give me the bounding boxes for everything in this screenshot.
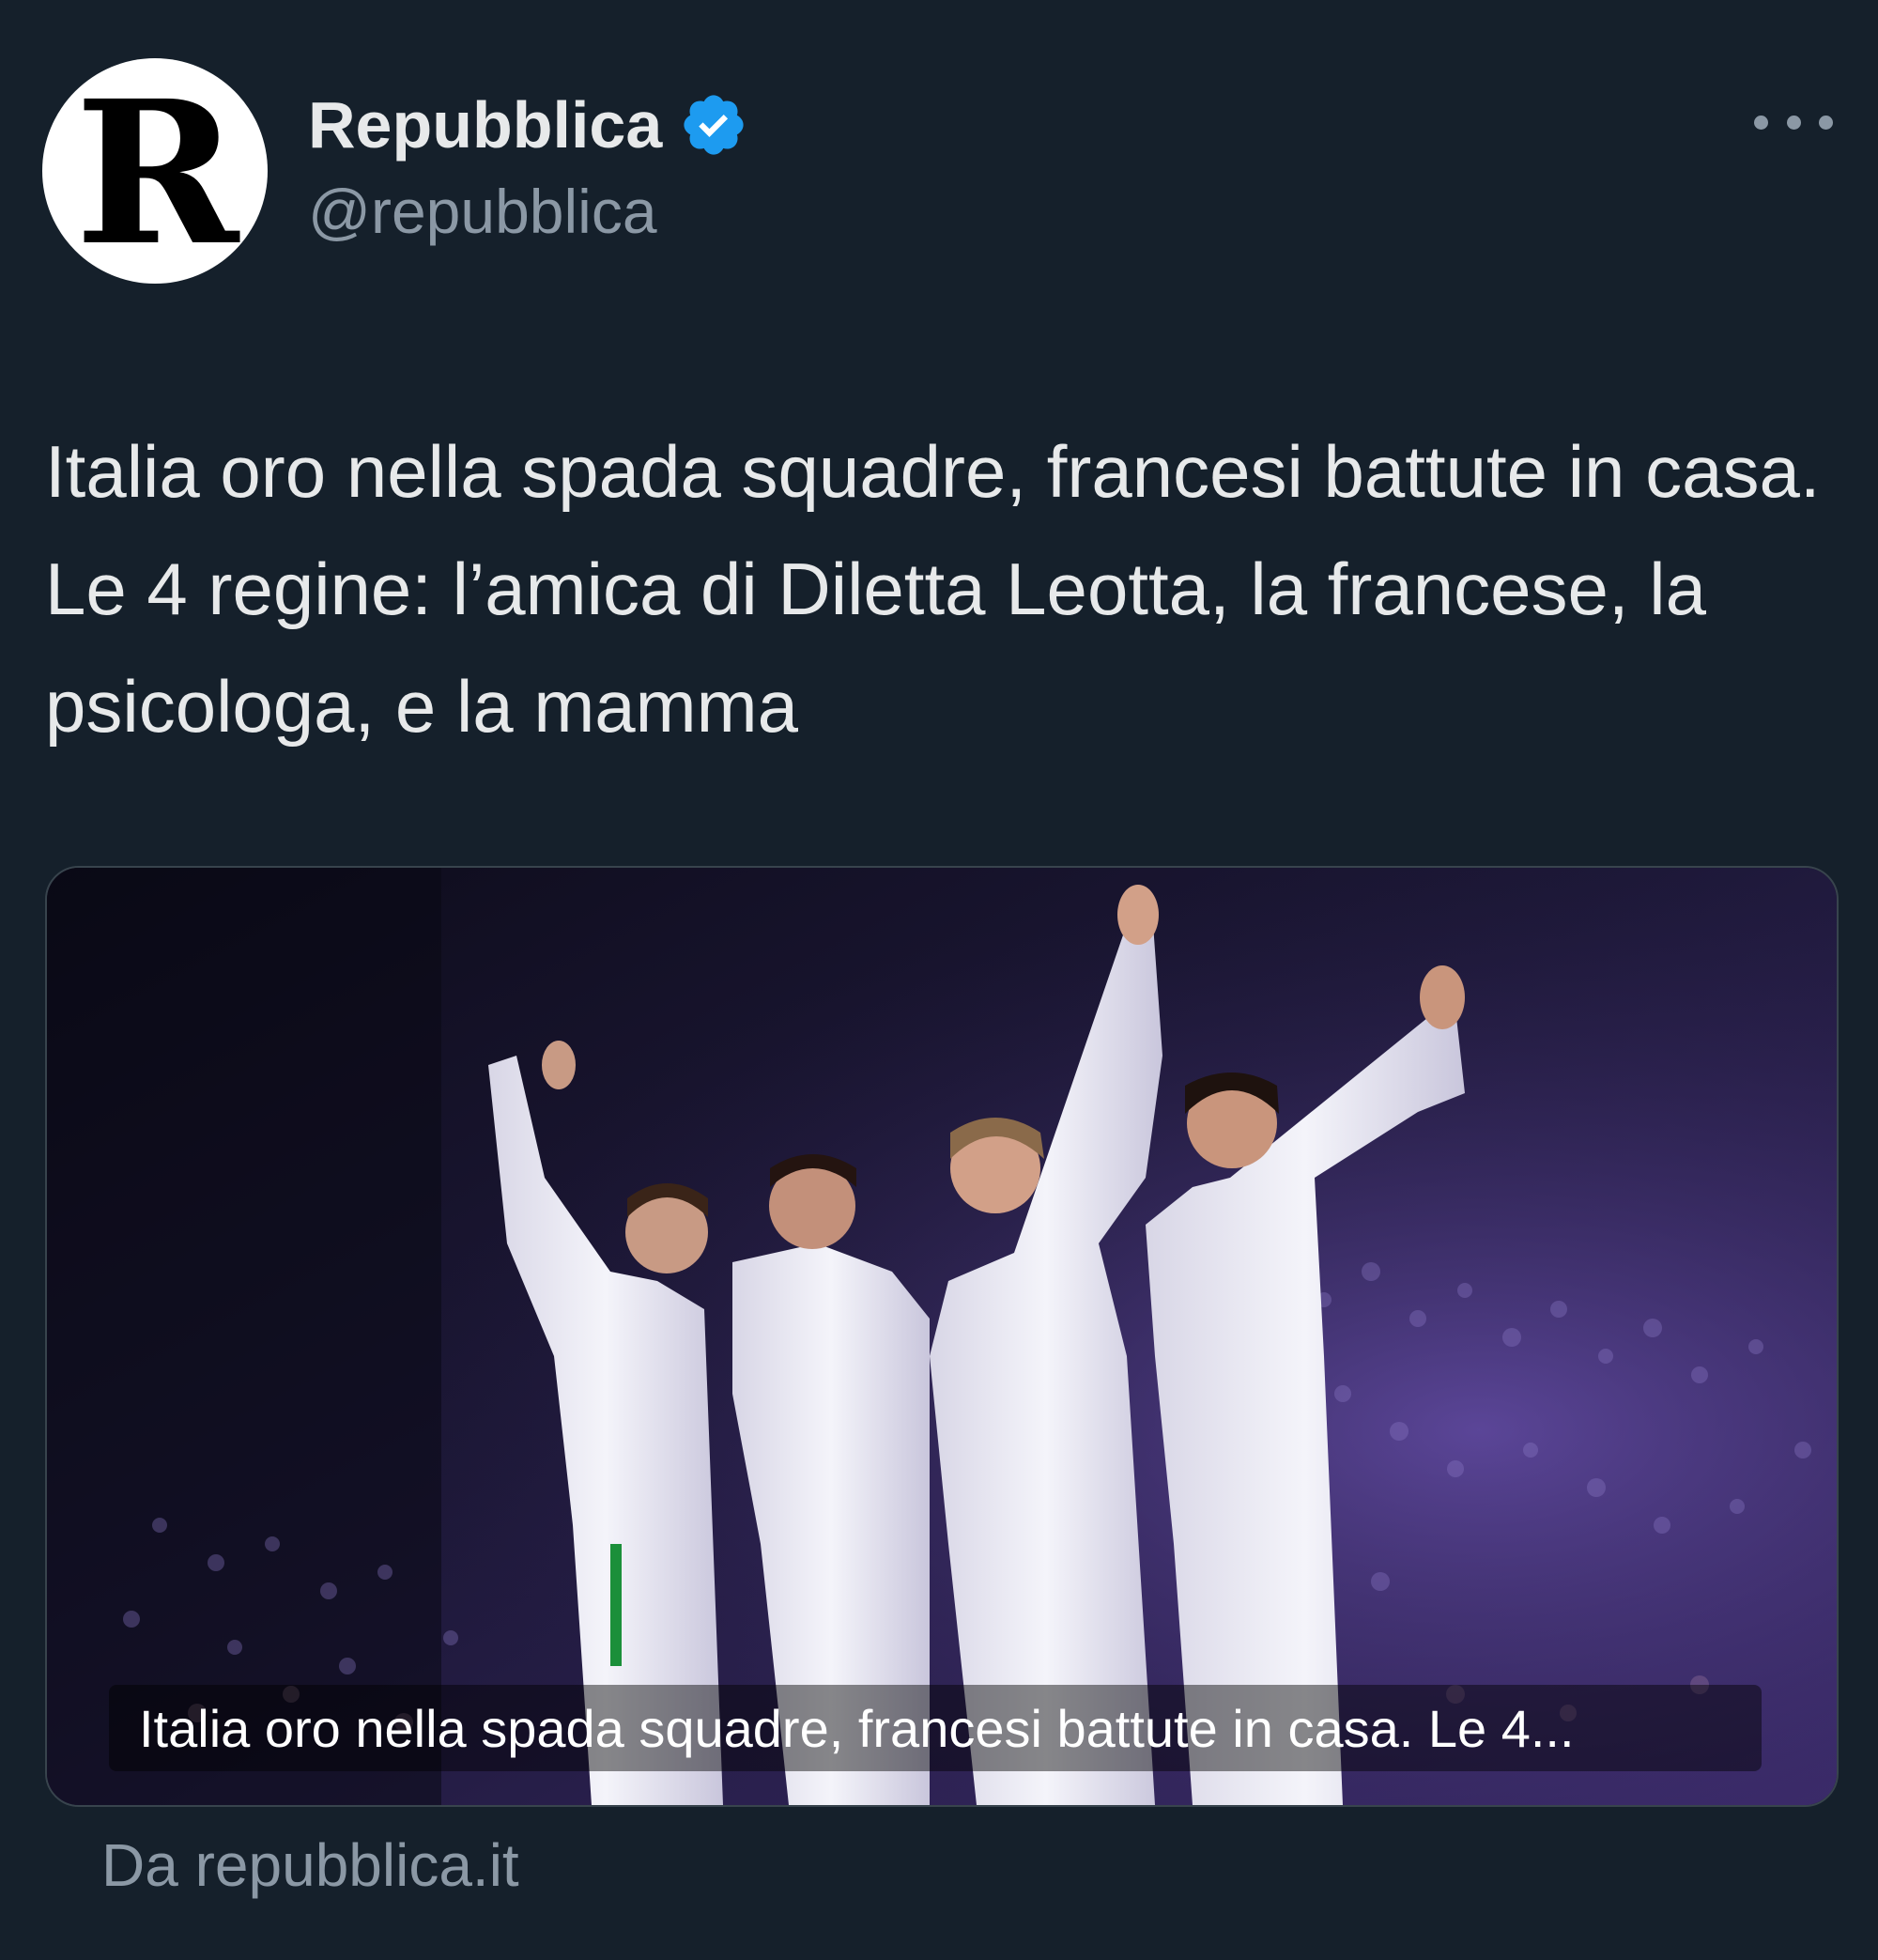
author-name-row: Repubblica — [308, 83, 748, 167]
source-link[interactable]: Da repubblica.it — [101, 1829, 519, 1902]
more-dot — [1786, 115, 1801, 130]
card-caption: Italia oro nella spada squadre, francesi… — [109, 1685, 1762, 1771]
verified-badge-icon[interactable] — [679, 90, 748, 160]
display-name[interactable]: Repubblica — [308, 92, 662, 158]
more-dot — [1754, 115, 1768, 130]
link-preview-card[interactable]: Italia oro nella spada squadre, francesi… — [45, 866, 1839, 1807]
more-horizontal-icon[interactable] — [1754, 103, 1833, 141]
author-handle[interactable]: @repubblica — [308, 180, 657, 242]
avatar[interactable]: R — [42, 58, 268, 284]
card-image-fencers — [47, 868, 1837, 1805]
avatar-logo-letter: R — [74, 58, 239, 284]
more-dot — [1819, 115, 1833, 130]
tweet[interactable]: R Repubblica @repubblica Italia oro nell… — [0, 0, 1878, 1960]
tweet-text: Italia oro nella spada squadre, francesi… — [45, 430, 1821, 748]
